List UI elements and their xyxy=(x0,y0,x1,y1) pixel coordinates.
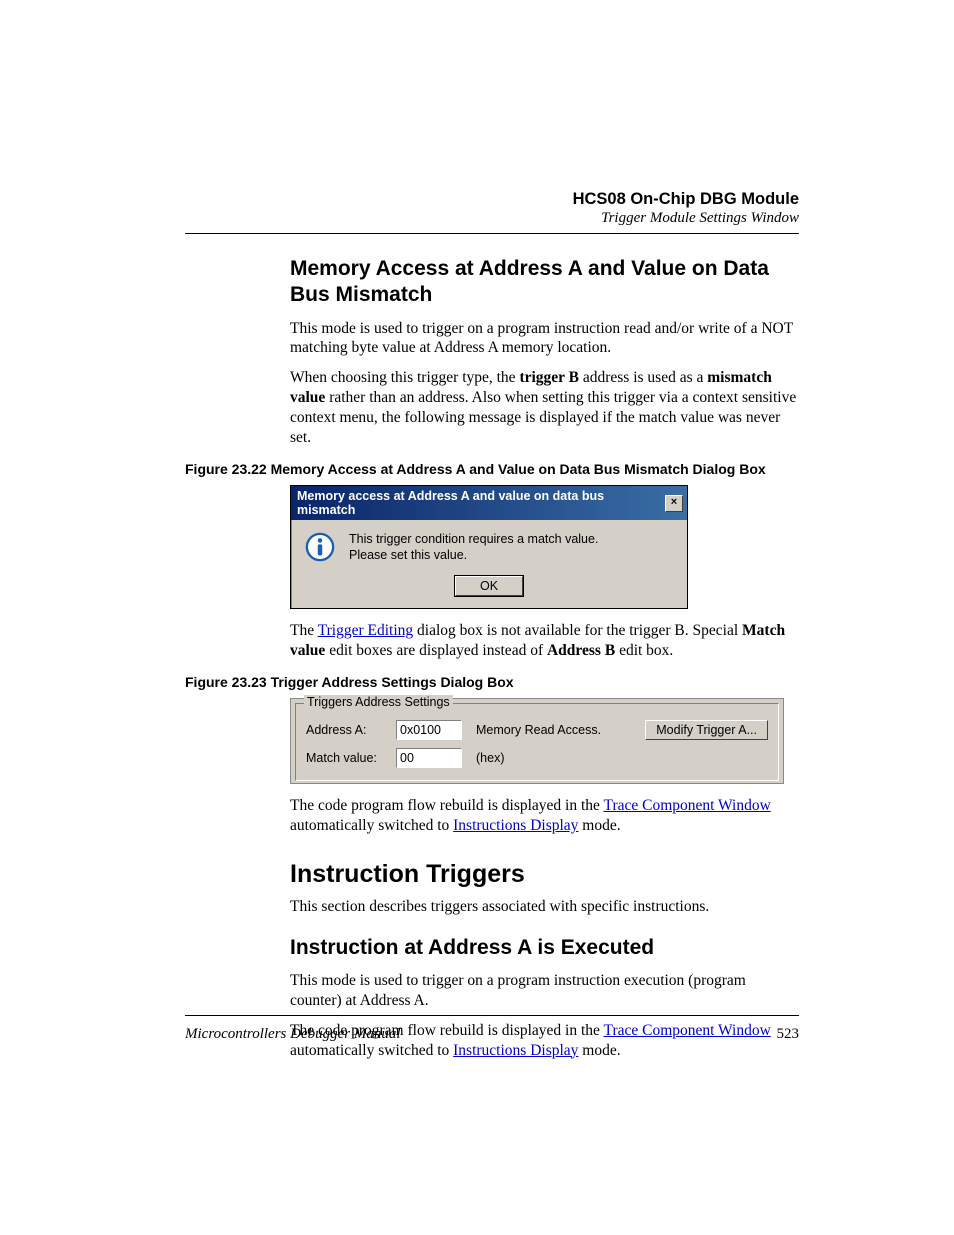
text: address is used as a xyxy=(579,369,707,386)
label-address-a: Address A: xyxy=(306,723,388,737)
ok-button[interactable]: OK xyxy=(455,576,523,596)
page-footer: Microcontrollers Debugger Manual 523 xyxy=(185,1015,799,1043)
label-match-value: Match value: xyxy=(306,751,388,765)
figure-caption: Figure 23.23 Trigger Address Settings Di… xyxy=(185,674,799,690)
bold-text: trigger B xyxy=(519,369,579,386)
text: When choosing this trigger type, the xyxy=(290,369,519,386)
text: automatically switched to xyxy=(290,1042,453,1059)
dialog-message: This trigger condition requires a match … xyxy=(349,532,598,563)
close-icon[interactable]: × xyxy=(665,495,683,512)
dialog-line1: This trigger condition requires a match … xyxy=(349,532,598,548)
figure-caption: Figure 23.22 Memory Access at Address A … xyxy=(185,461,799,477)
footer-page-number: 523 xyxy=(777,1026,800,1043)
label-hex: (hex) xyxy=(476,751,504,765)
text: The code program flow rebuild is display… xyxy=(290,797,604,814)
text: edit box. xyxy=(615,642,673,659)
dialog-mismatch-message: Memory access at Address A and value on … xyxy=(290,485,688,608)
footer-rule xyxy=(185,1015,799,1016)
paragraph: The code program flow rebuild is display… xyxy=(290,796,799,836)
dialog-title-text: Memory access at Address A and value on … xyxy=(297,489,665,517)
header-subtitle: Trigger Module Settings Window xyxy=(185,210,799,227)
text: rather than an address. Also when settin… xyxy=(290,389,796,446)
text: mode. xyxy=(578,817,620,834)
input-match-value[interactable] xyxy=(396,748,462,768)
text: mode. xyxy=(578,1042,620,1059)
bold-text: Address B xyxy=(547,642,615,659)
modify-trigger-a-button[interactable]: Modify Trigger A... xyxy=(645,720,768,740)
section-heading-instruction-executed: Instruction at Address A is Executed xyxy=(290,935,799,961)
info-icon xyxy=(305,532,335,562)
section-heading-instruction-triggers: Instruction Triggers xyxy=(290,860,799,889)
groupbox-legend: Triggers Address Settings xyxy=(304,695,453,709)
dialog-trigger-address-settings: Triggers Address Settings Address A: Mem… xyxy=(290,698,784,784)
link-instructions-display[interactable]: Instructions Display xyxy=(453,1042,578,1059)
link-trigger-editing[interactable]: Trigger Editing xyxy=(318,622,413,639)
dialog-titlebar: Memory access at Address A and value on … xyxy=(291,486,687,520)
label-memory-access: Memory Read Access. xyxy=(476,723,601,737)
text: edit boxes are displayed instead of xyxy=(325,642,547,659)
dialog-line2: Please set this value. xyxy=(349,548,598,564)
page-header: HCS08 On-Chip DBG Module Trigger Module … xyxy=(185,190,799,227)
header-rule xyxy=(185,233,799,234)
section-heading-memory-mismatch: Memory Access at Address A and Value on … xyxy=(290,256,799,309)
footer-manual-name: Microcontrollers Debugger Manual xyxy=(185,1026,401,1043)
input-address-a[interactable] xyxy=(396,720,462,740)
header-title: HCS08 On-Chip DBG Module xyxy=(185,190,799,209)
link-instructions-display[interactable]: Instructions Display xyxy=(453,817,578,834)
paragraph: This section describes triggers associat… xyxy=(290,897,799,917)
paragraph: When choosing this trigger type, the tri… xyxy=(290,368,799,447)
paragraph: The Trigger Editing dialog box is not av… xyxy=(290,621,799,661)
text: The xyxy=(290,622,318,639)
link-trace-component-window[interactable]: Trace Component Window xyxy=(604,797,771,814)
paragraph: This mode is used to trigger on a progra… xyxy=(290,971,799,1011)
text: automatically switched to xyxy=(290,817,453,834)
text: dialog box is not available for the trig… xyxy=(413,622,742,639)
paragraph: This mode is used to trigger on a progra… xyxy=(290,319,799,359)
